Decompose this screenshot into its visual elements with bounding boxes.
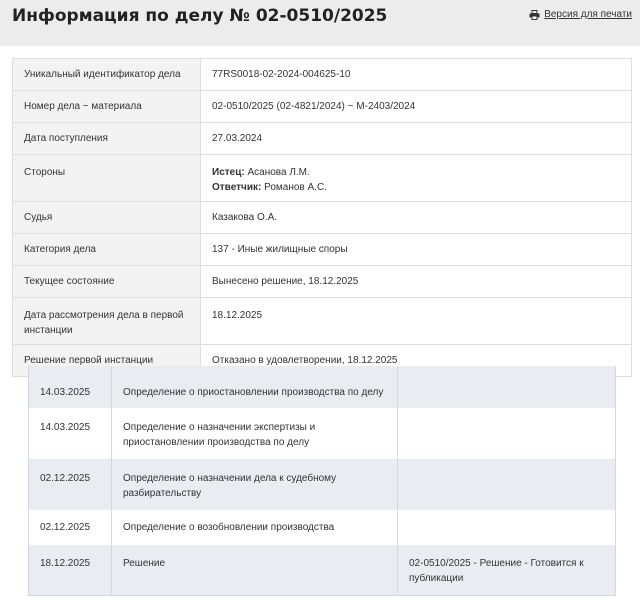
act-name-line: Определение о назначении дела к судебном…: [123, 473, 337, 484]
act-name: Решение: [111, 545, 398, 596]
plaintiff-name: Асанова Л.М.: [247, 167, 310, 178]
act-name: Определение о приостановлении производст…: [111, 366, 398, 408]
act-note-line: 02-0510/2025 - Решение - Готовится к: [409, 558, 584, 569]
act-date: 02.12.2025: [28, 510, 112, 545]
info-label-line: инстанции: [24, 325, 73, 336]
info-value: 02-0510/2025 (02-4821/2024) ~ М-2403/202…: [200, 90, 632, 123]
info-value: Казакова О.А.: [200, 201, 632, 234]
info-value: 27.03.2024: [200, 122, 632, 155]
plaintiff-label: Истец:: [212, 167, 245, 178]
table-row: 14.03.2025 Определение о назначении эксп…: [28, 408, 616, 459]
info-value: Вынесено решение, 18.12.2025: [200, 265, 632, 298]
info-label: Текущее состояние: [12, 265, 201, 298]
act-name-line: производства по делу: [207, 437, 310, 448]
print-version-link[interactable]: Версия для печати: [529, 9, 632, 20]
act-name: Определение о назначении экспертизы и пр…: [111, 408, 398, 459]
plaintiff-line: Истец: Асанова Л.М.: [212, 165, 620, 180]
act-date: 02.12.2025: [28, 459, 112, 510]
info-value: 18.12.2025: [200, 297, 632, 345]
court-acts-table: 14.03.2025 Определение о приостановлении…: [28, 366, 616, 596]
act-date: 14.03.2025: [28, 366, 112, 408]
act-name-line: Решение: [123, 558, 166, 569]
table-row: 02.12.2025 Определение о назначении дела…: [28, 459, 616, 510]
info-row-hearing-date: Дата рассмотрения дела в первой инстанци…: [12, 297, 632, 345]
act-note: 02-0510/2025 - Решение - Готовится к пуб…: [397, 545, 616, 596]
info-value: 137 - Иные жилищные споры: [200, 233, 632, 266]
info-label: Уникальный идентификатор дела: [12, 58, 201, 91]
info-label: Судья: [12, 201, 201, 234]
defendant-label: Ответчик:: [212, 182, 262, 193]
info-row-current-state: Текущее состояние Вынесено решение, 18.1…: [12, 265, 632, 298]
info-row-judge: Судья Казакова О.А.: [12, 201, 632, 234]
info-label: Категория дела: [12, 233, 201, 266]
act-note: [397, 510, 616, 545]
act-name-line: Определение о приостановлении производст…: [123, 387, 384, 398]
info-label-line: Дата рассмотрения дела в первой: [24, 310, 184, 321]
defendant-line: Ответчик: Романов А.С.: [212, 180, 620, 195]
info-label: Дата рассмотрения дела в первой инстанци…: [12, 297, 201, 345]
table-row: 18.12.2025 Решение 02-0510/2025 - Решени…: [28, 545, 616, 596]
parties-value: Истец: Асанова Л.М. Ответчик: Романов А.…: [200, 154, 632, 202]
info-row-uid: Уникальный идентификатор дела 77RS0018-0…: [12, 58, 632, 91]
info-row-parties: Стороны Истец: Асанова Л.М. Ответчик: Ро…: [12, 154, 632, 202]
act-note: [397, 459, 616, 510]
print-version-label[interactable]: Версия для печати: [544, 9, 632, 20]
act-name: Определение о возобновлении производства: [111, 510, 398, 545]
info-label: Дата поступления: [12, 122, 201, 155]
printer-icon: [529, 9, 540, 20]
info-row-received-date: Дата поступления 27.03.2024: [12, 122, 632, 155]
act-date: 14.03.2025: [28, 408, 112, 459]
info-value: 77RS0018-02-2024-004625-10: [200, 58, 632, 91]
info-label: Номер дела ~ материала: [12, 90, 201, 123]
page-title: Информация по делу № 02-0510/2025: [12, 6, 388, 26]
act-note-line: публикации: [409, 573, 464, 584]
table-row: 14.03.2025 Определение о приостановлении…: [28, 366, 616, 408]
act-note: [397, 366, 616, 408]
info-row-category: Категория дела 137 - Иные жилищные споры: [12, 233, 632, 266]
act-date: 18.12.2025: [28, 545, 112, 596]
act-name-line: разбирательству: [123, 488, 202, 499]
table-row: 02.12.2025 Определение о возобновлении п…: [28, 510, 616, 545]
act-name: Определение о назначении дела к судебном…: [111, 459, 398, 510]
info-label: Стороны: [12, 154, 201, 202]
case-info-table: Уникальный идентификатор дела 77RS0018-0…: [12, 58, 632, 377]
act-name-line: Определение о возобновлении производства: [123, 522, 335, 533]
info-row-case-number: Номер дела ~ материала 02-0510/2025 (02-…: [12, 90, 632, 123]
act-note: [397, 408, 616, 459]
defendant-name: Романов А.С.: [264, 182, 327, 193]
page-header: Информация по делу № 02-0510/2025 Версия…: [0, 0, 640, 46]
